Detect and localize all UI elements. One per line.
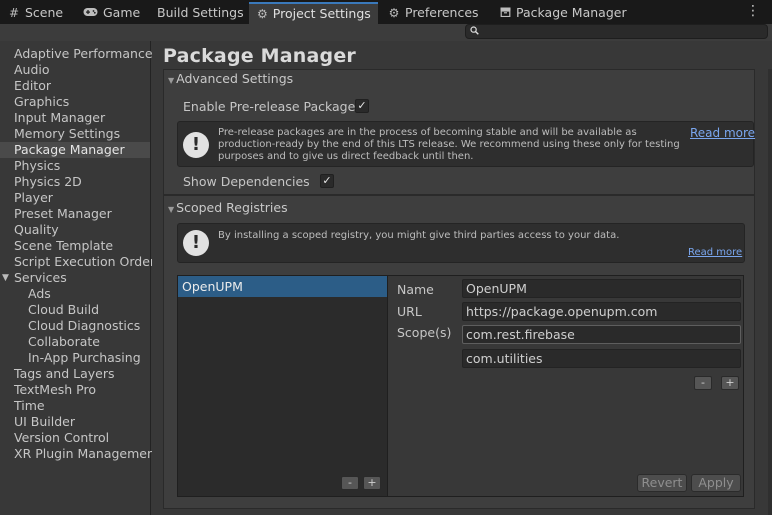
name-label: Name <box>397 282 434 297</box>
sidebar-item-input-manager[interactable]: Input Manager <box>0 110 150 126</box>
prerelease-checkbox[interactable]: ✓ <box>355 99 369 113</box>
sidebar-item-memory-settings[interactable]: Memory Settings <box>0 126 150 142</box>
prerelease-read-more-link[interactable]: Read more <box>690 126 755 140</box>
collapse-triangle-icon: ▼ <box>168 205 175 214</box>
add-scope-button[interactable]: + <box>721 376 739 390</box>
prerelease-help-text: Pre-release packages are in the process … <box>218 127 680 162</box>
scrollbar[interactable] <box>768 69 772 515</box>
sidebar-item-xr-plugin-management[interactable]: XR Plugin Management <box>0 446 160 462</box>
tab-package-manager[interactable]: Package Manager <box>491 2 635 24</box>
sidebar-item-time[interactable]: Time <box>0 398 150 414</box>
sidebar-item-ads[interactable]: Ads <box>0 286 150 302</box>
sidebar-item-graphics[interactable]: Graphics <box>0 94 150 110</box>
scope-field[interactable]: com.rest.firebase <box>462 325 741 344</box>
sidebar-item-cloud-build[interactable]: Cloud Build <box>0 302 150 318</box>
sidebar-item-services[interactable]: ▼ Services <box>0 270 150 286</box>
tab-project-settings[interactable]: ⚙ Project Settings <box>249 2 378 24</box>
page-title: Package Manager <box>163 45 356 67</box>
url-label: URL <box>397 304 422 319</box>
scoped-registries-section: ▼ Scoped Registries ! By installing a sco… <box>163 195 755 509</box>
advanced-settings-header[interactable]: ▼ Advanced Settings <box>164 70 754 88</box>
registry-details-panel: Name OpenUPM URL https://package.openupm… <box>387 275 744 497</box>
scoped-read-more-link[interactable]: Read more <box>688 247 742 258</box>
tab-scene[interactable]: # Scene <box>0 2 71 24</box>
gamepad-icon <box>82 3 98 23</box>
show-dependencies-label: Show Dependencies <box>183 174 310 189</box>
sidebar-item-cloud-diagnostics[interactable]: Cloud Diagnostics <box>0 318 150 334</box>
editor-tab-bar: # Scene Game Build Settings ⚙ Project Se… <box>0 0 772 24</box>
settings-main: Package Manager ▼ Advanced Settings Enabl… <box>152 41 772 515</box>
search-input[interactable] <box>465 24 768 39</box>
advanced-settings-section: ▼ Advanced Settings Enable Pre-release Pa… <box>163 69 755 195</box>
registry-list-item[interactable]: OpenUPM <box>178 276 387 297</box>
revert-button[interactable]: Revert <box>637 474 687 492</box>
show-dependencies-checkbox[interactable]: ✓ <box>320 174 334 188</box>
grid-icon: # <box>8 6 20 20</box>
sidebar-item-collaborate[interactable]: Collaborate <box>0 334 150 350</box>
sidebar-item-scene-template[interactable]: Scene Template <box>0 238 150 254</box>
scoped-registries-header[interactable]: ▼ Scoped Registries <box>164 199 754 217</box>
add-registry-button[interactable]: + <box>363 476 381 490</box>
sidebar-item-adaptive-performance[interactable]: Adaptive Performance <box>0 46 153 62</box>
url-field[interactable]: https://package.openupm.com <box>462 302 741 321</box>
remove-scope-button[interactable]: - <box>694 376 712 390</box>
sidebar-item-player[interactable]: Player <box>0 190 150 206</box>
sidebar-item-preset-manager[interactable]: Preset Manager <box>0 206 150 222</box>
registry-list-panel: OpenUPM - + <box>177 275 388 497</box>
sidebar-item-audio[interactable]: Audio <box>0 62 150 78</box>
sidebar-item-tags-and-layers[interactable]: Tags and Layers <box>0 366 150 382</box>
gear-icon: ⚙ <box>388 6 400 20</box>
more-options-icon[interactable]: ⋮ <box>746 3 760 19</box>
package-icon <box>499 3 511 23</box>
scopes-label: Scope(s) <box>397 325 452 340</box>
settings-sidebar: Adaptive Performance Audio Editor Graphi… <box>0 41 160 515</box>
search-icon <box>470 24 479 38</box>
sidebar-item-textmesh-pro[interactable]: TextMesh Pro <box>0 382 150 398</box>
collapse-triangle-icon: ▼ <box>168 76 175 85</box>
expand-arrow-icon[interactable]: ▼ <box>2 270 9 286</box>
sidebar-item-version-control[interactable]: Version Control <box>0 430 150 446</box>
sidebar-item-in-app-purchasing[interactable]: In-App Purchasing <box>0 350 150 366</box>
sidebar-item-ui-builder[interactable]: UI Builder <box>0 414 150 430</box>
sidebar-item-script-execution-order[interactable]: Script Execution Order <box>0 254 155 270</box>
apply-button[interactable]: Apply <box>691 474 741 492</box>
tab-game[interactable]: Game <box>74 2 148 24</box>
name-field[interactable]: OpenUPM <box>462 279 741 298</box>
sidebar-item-physics-2d[interactable]: Physics 2D <box>0 174 150 190</box>
gear-icon: ⚙ <box>257 7 268 21</box>
warning-icon: ! <box>183 230 209 256</box>
sidebar-item-physics[interactable]: Physics <box>0 158 150 174</box>
scoped-help-text: By installing a scoped registry, you mig… <box>218 230 620 241</box>
scope-field[interactable]: com.utilities <box>462 349 741 368</box>
sidebar-item-quality[interactable]: Quality <box>0 222 150 238</box>
sidebar-item-package-manager[interactable]: Package Manager <box>0 142 150 158</box>
scoped-help-box: ! By installing a scoped registry, you m… <box>177 223 745 263</box>
tab-preferences[interactable]: ⚙ Preferences <box>380 2 487 24</box>
tab-build-settings[interactable]: Build Settings <box>149 2 252 24</box>
sidebar-item-editor[interactable]: Editor <box>0 78 150 94</box>
prerelease-help-box: ! Pre-release packages are in the proces… <box>177 121 755 167</box>
prerelease-label: Enable Pre-release Packages <box>183 99 362 114</box>
warning-icon: ! <box>183 132 209 158</box>
remove-registry-button[interactable]: - <box>341 476 359 490</box>
